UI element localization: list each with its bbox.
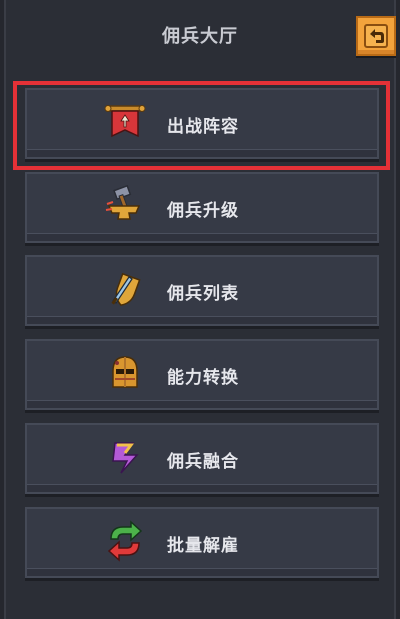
back-button[interactable] [356,16,396,56]
menu-label: 佣兵列表 [167,284,239,304]
shield-sword-icon [111,272,141,306]
menu-button-upgrade[interactable]: 佣兵升级 [25,172,379,243]
menu-label: 佣兵升级 [167,201,239,221]
banner-icon [104,105,146,138]
swirl-fusion-icon [112,442,139,474]
menu-button-lineup[interactable]: 出战阵容 [25,88,379,159]
button-divider [27,149,377,150]
button-divider [27,400,377,401]
menu-button-dismiss[interactable]: 批量解雇 [25,507,379,578]
page-title: 佣兵大厅 [162,26,238,47]
button-divider [27,568,377,569]
back-arrow-icon [364,24,388,48]
anvil-hammer-icon [105,184,141,220]
menu-label: 佣兵融合 [167,452,239,472]
button-divider [27,316,377,317]
menu-label: 批量解雇 [167,536,239,556]
menu-button-fusion[interactable]: 佣兵融合 [25,423,379,494]
menu-button-convert[interactable]: 能力转换 [25,339,379,410]
knight-helmet-icon [112,356,138,388]
swap-arrows-icon [107,520,143,562]
button-divider [27,484,377,485]
menu-button-list[interactable]: 佣兵列表 [25,255,379,326]
button-divider [27,233,377,234]
menu-label: 出战阵容 [167,117,239,137]
menu-label: 能力转换 [167,368,239,388]
